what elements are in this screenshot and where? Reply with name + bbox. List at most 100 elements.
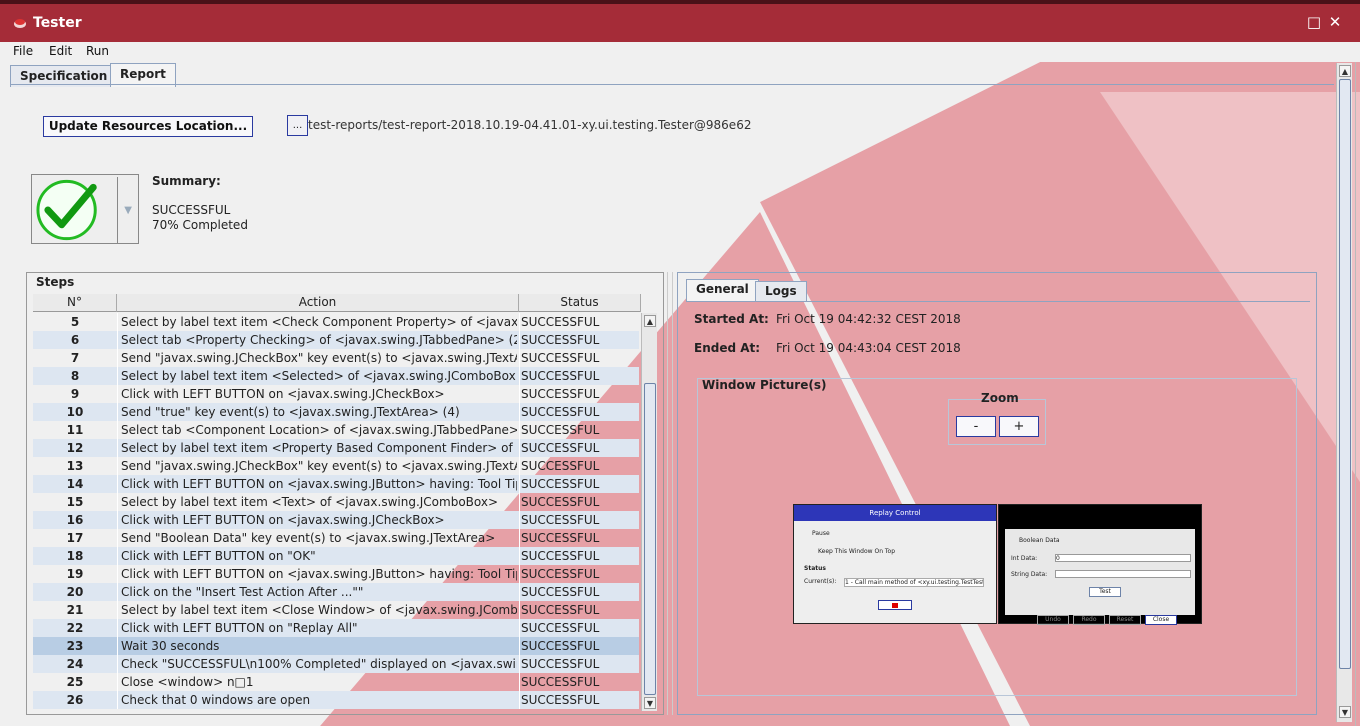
step-status: SUCCESSFUL: [521, 369, 600, 383]
table-row[interactable]: 7 Send "javax.swing.JCheckBox" key event(…: [33, 349, 639, 367]
scroll-up-icon[interactable]: ▲: [644, 315, 656, 327]
step-status: SUCCESSFUL: [521, 639, 600, 653]
reset-button: Reset: [1109, 615, 1141, 625]
step-number: 20: [66, 585, 84, 599]
menu-edit[interactable]: Edit: [49, 44, 72, 58]
current-label: Current(s):: [804, 578, 837, 585]
step-status: SUCCESSFUL: [521, 423, 600, 437]
tab-content-border: [10, 84, 1334, 85]
step-action: Click with LEFT BUTTON on <javax.swing.J…: [121, 477, 517, 491]
step-action: Click with LEFT BUTTON on "Replay All": [121, 621, 358, 635]
split-pane-divider[interactable]: [667, 272, 673, 715]
cell-divider: [117, 403, 118, 421]
scroll-down-icon[interactable]: ▼: [644, 697, 656, 709]
step-action: Click with LEFT BUTTON on <javax.swing.J…: [121, 387, 445, 401]
scroll-thumb[interactable]: [644, 383, 656, 695]
table-row[interactable]: 11 Select tab <Component Location> of <ja…: [33, 421, 639, 439]
table-row[interactable]: 13 Send "javax.swing.JCheckBox" key event…: [33, 457, 639, 475]
column-status[interactable]: Status: [519, 294, 641, 312]
cell-divider: [519, 313, 520, 331]
column-action[interactable]: Action: [117, 294, 519, 312]
status-icon-box[interactable]: ▼: [31, 174, 139, 244]
step-status: SUCCESSFUL: [521, 477, 600, 491]
scroll-up-icon[interactable]: ▲: [1339, 65, 1351, 77]
table-row[interactable]: 24 Check "SUCCESSFUL\n100% Completed" dis…: [33, 655, 639, 673]
zoom-out-button[interactable]: -: [956, 416, 996, 437]
step-status: SUCCESSFUL: [521, 495, 600, 509]
steps-scrollbar[interactable]: ▲ ▼: [641, 313, 657, 711]
table-row[interactable]: 21 Select by label text item <Close Windo…: [33, 601, 639, 619]
zoom-group: Zoom - +: [948, 391, 1046, 445]
step-action: Send "true" key event(s) to <javax.swing…: [121, 405, 460, 419]
table-row[interactable]: 10 Send "true" key event(s) to <javax.swi…: [33, 403, 639, 421]
step-action: Select by label text item <Close Window>…: [121, 603, 517, 617]
step-action: Select by label text item <Property Base…: [121, 441, 517, 455]
table-row[interactable]: 12 Select by label text item <Property Ba…: [33, 439, 639, 457]
zoom-in-button[interactable]: +: [999, 416, 1039, 437]
main-scrollbar[interactable]: ▲ ▼: [1336, 63, 1352, 722]
step-status: SUCCESSFUL: [521, 657, 600, 671]
table-row[interactable]: 22 Click with LEFT BUTTON on "Replay All"…: [33, 619, 639, 637]
cell-divider: [117, 583, 118, 601]
cell-divider: [117, 547, 118, 565]
cell-divider: [519, 403, 520, 421]
table-row[interactable]: 8 Select by label text item <Selected> of…: [33, 367, 639, 385]
step-status: SUCCESSFUL: [521, 621, 600, 635]
scroll-thumb[interactable]: [1339, 79, 1351, 669]
menu-run[interactable]: Run: [86, 44, 109, 58]
table-row[interactable]: 15 Select by label text item <Text> of <j…: [33, 493, 639, 511]
step-number: 13: [66, 459, 84, 473]
table-row[interactable]: 18 Click with LEFT BUTTON on "OK" SUCCESSF…: [33, 547, 639, 565]
update-resources-location-button[interactable]: Update Resources Location...: [43, 116, 253, 137]
cell-divider: [117, 601, 118, 619]
tab-general[interactable]: General: [686, 279, 759, 301]
table-row[interactable]: 5 Select by label text item <Check Compon…: [33, 313, 639, 331]
cell-divider: [117, 331, 118, 349]
table-row[interactable]: 23 Wait 30 seconds SUCCESSFUL: [33, 637, 639, 655]
menu-bar: File Edit Run: [0, 42, 1360, 62]
menu-file[interactable]: File: [13, 44, 33, 58]
table-row[interactable]: 9 Click with LEFT BUTTON on <javax.swing.…: [33, 385, 639, 403]
cell-divider: [117, 475, 118, 493]
check-mark-icon: [36, 177, 118, 243]
status-label: Status: [804, 565, 826, 572]
cell-divider: [519, 691, 520, 709]
table-row[interactable]: 25 Close <window> n□1 SUCCESSFUL: [33, 673, 639, 691]
table-row[interactable]: 6 Select tab <Property Checking> of <java…: [33, 331, 639, 349]
table-row[interactable]: 14 Click with LEFT BUTTON on <javax.swing…: [33, 475, 639, 493]
tester-window-screenshot[interactable]: Boolean Data Int Data: 0 String Data: Te…: [998, 504, 1202, 625]
close-icon[interactable]: ✕: [1326, 13, 1344, 31]
cell-divider: [519, 457, 520, 475]
table-row[interactable]: 26 Check that 0 windows are open SUCCESSFU…: [33, 691, 639, 709]
step-number: 16: [66, 513, 84, 527]
report-path: test-reports/test-report-2018.10.19-04.4…: [308, 118, 752, 132]
step-status: SUCCESSFUL: [521, 693, 600, 707]
cell-divider: [519, 349, 520, 367]
replay-control-titlebar: Replay Control: [794, 505, 996, 521]
tester-window-content: Boolean Data Int Data: 0 String Data: Te…: [1005, 529, 1195, 625]
step-action: Click with LEFT BUTTON on <javax.swing.J…: [121, 513, 445, 527]
tab-logs[interactable]: Logs: [755, 281, 807, 301]
browse-button[interactable]: ...: [287, 115, 308, 136]
table-row[interactable]: 20 Click on the "Insert Test Action After…: [33, 583, 639, 601]
chevron-down-icon[interactable]: ▼: [124, 205, 132, 216]
step-status: SUCCESSFUL: [521, 333, 600, 347]
cell-divider: [519, 583, 520, 601]
maximize-icon[interactable]: □: [1305, 13, 1323, 31]
table-row[interactable]: 19 Click with LEFT BUTTON on <javax.swing…: [33, 565, 639, 583]
column-number[interactable]: N°: [33, 294, 117, 312]
table-row[interactable]: 17 Send "Boolean Data" key event(s) to <j…: [33, 529, 639, 547]
step-number: 17: [66, 531, 84, 545]
string-data-field: [1055, 570, 1191, 578]
table-row[interactable]: 16 Click with LEFT BUTTON on <javax.swing…: [33, 511, 639, 529]
stop-button: [878, 600, 912, 610]
step-action: Select tab <Component Location> of <java…: [121, 423, 517, 437]
app-icon: [14, 19, 26, 28]
scroll-down-icon[interactable]: ▼: [1339, 706, 1351, 718]
step-number: 12: [66, 441, 84, 455]
window-pictures-title: Window Picture(s): [702, 378, 827, 392]
step-number: 26: [66, 693, 84, 707]
step-action: Send "javax.swing.JCheckBox" key event(s…: [121, 459, 517, 473]
cell-divider: [117, 457, 118, 475]
replay-control-screenshot[interactable]: Replay Control Pause Keep This Window On…: [793, 504, 997, 624]
